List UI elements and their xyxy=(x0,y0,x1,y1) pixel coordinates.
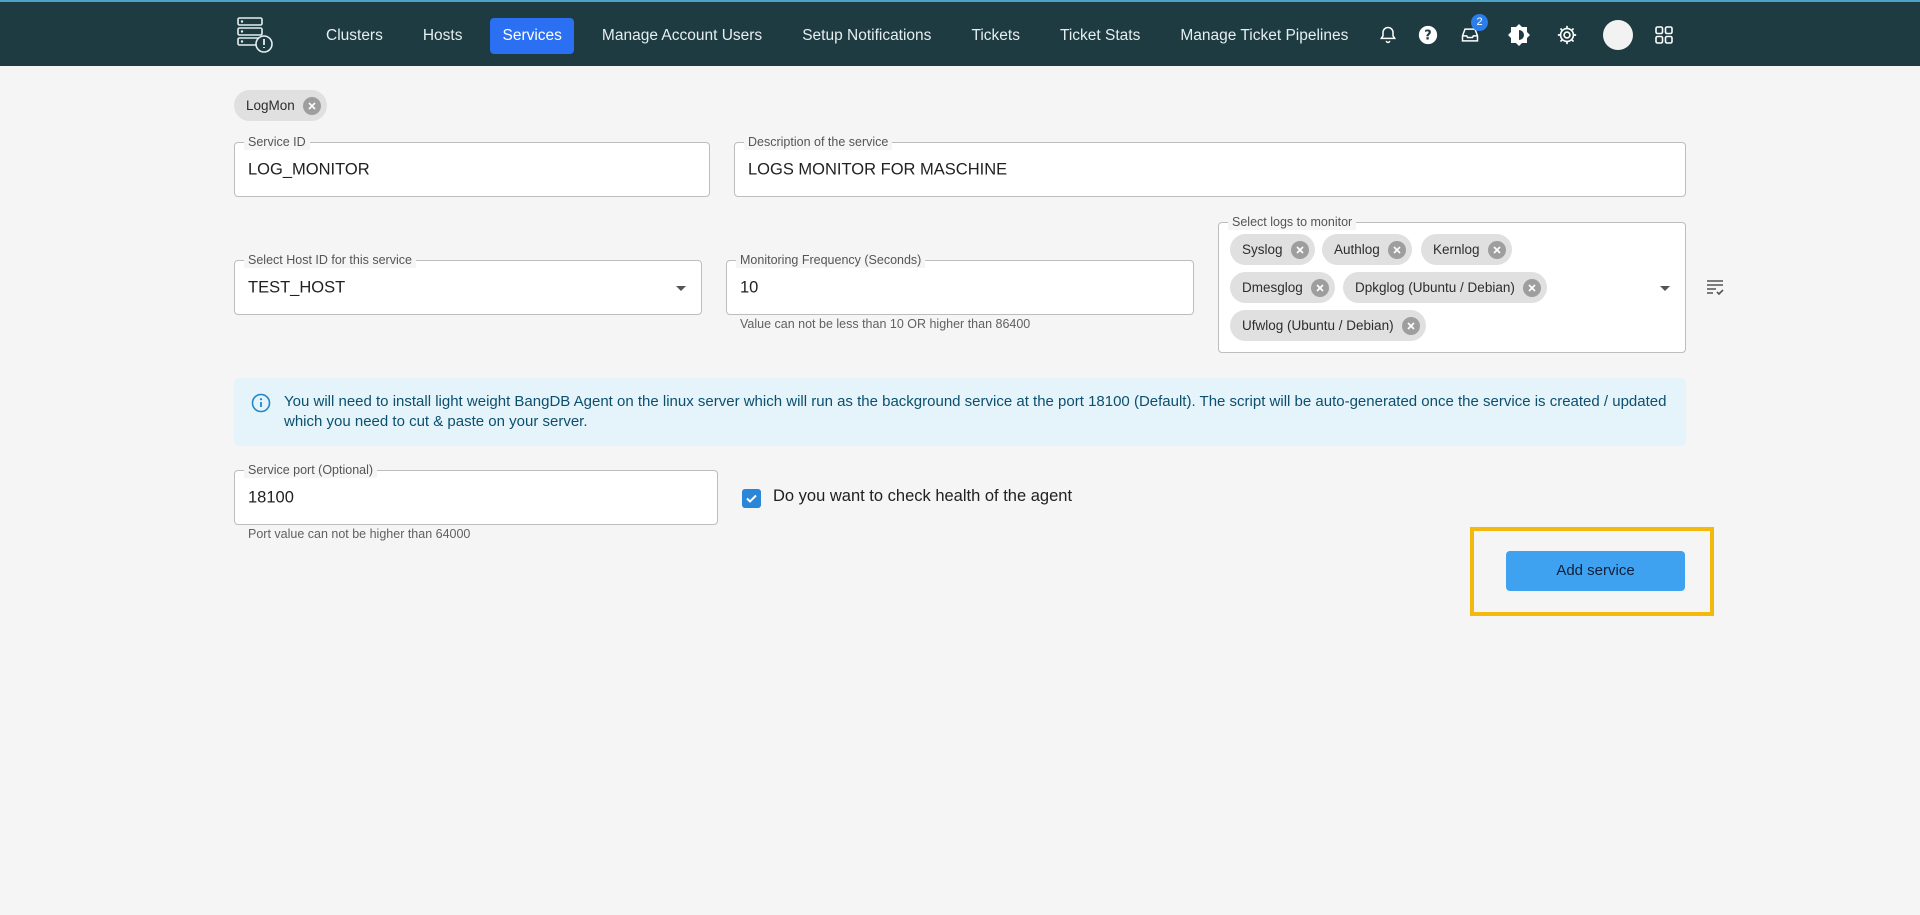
service-port-value: 18100 xyxy=(248,488,294,506)
description-label: Description of the service xyxy=(744,134,893,150)
frequency-label: Monitoring Frequency (Seconds) xyxy=(736,252,926,268)
add-service-button[interactable]: Add service xyxy=(1506,551,1685,591)
nav-manage-ticket-pipelines[interactable]: Manage Ticket Pipelines xyxy=(1168,18,1360,54)
service-id-value: LOG_MONITOR xyxy=(248,160,370,178)
logs-label: Select logs to monitor xyxy=(1228,214,1357,230)
description-value: LOGS MONITOR FOR MASCHINE xyxy=(748,160,1008,178)
remove-chip-icon[interactable] xyxy=(302,96,321,115)
nav-ticket-stats[interactable]: Ticket Stats xyxy=(1048,18,1152,54)
service-id-field[interactable]: Service ID LOG_MONITOR xyxy=(234,134,710,197)
nav-clusters[interactable]: Clusters xyxy=(314,18,395,54)
inbox-badge: 2 xyxy=(1471,14,1488,31)
remove-chip-icon[interactable] xyxy=(1310,278,1329,297)
theme-toggle-icon[interactable] xyxy=(1504,20,1534,50)
health-check-checkbox[interactable] xyxy=(742,489,761,508)
log-chip-ufwlog: Ufwlog (Ubuntu / Debian) xyxy=(1230,310,1426,341)
port-helper-text: Port value can not be higher than 64000 xyxy=(248,527,471,541)
info-icon xyxy=(251,393,271,418)
settings-gear-icon[interactable] xyxy=(1552,20,1582,50)
user-avatar[interactable] xyxy=(1603,20,1633,50)
nav-setup-notifications[interactable]: Setup Notifications xyxy=(790,18,943,54)
chevron-down-icon[interactable] xyxy=(1660,286,1670,291)
frequency-value: 10 xyxy=(740,278,759,296)
nav-services[interactable]: Services xyxy=(490,18,574,54)
remove-chip-icon[interactable] xyxy=(1487,240,1506,259)
log-chip-label: Authlog xyxy=(1334,242,1380,257)
info-text: You will need to install light weight Ba… xyxy=(284,393,1667,430)
remove-chip-icon[interactable] xyxy=(1522,278,1541,297)
log-chip-label: Ufwlog (Ubuntu / Debian) xyxy=(1242,318,1394,333)
svg-text:?: ? xyxy=(1424,29,1431,44)
service-port-field[interactable]: Service port (Optional) 18100 xyxy=(234,462,718,525)
inbox-icon[interactable]: 2 xyxy=(1455,14,1488,50)
checklist-icon[interactable] xyxy=(1706,278,1724,296)
log-chip-label: Dpkglog (Ubuntu / Debian) xyxy=(1355,280,1515,295)
description-field[interactable]: Description of the service LOGS MONITOR … xyxy=(734,134,1686,197)
apps-grid-icon[interactable] xyxy=(1649,20,1679,50)
nav-manage-account-users[interactable]: Manage Account Users xyxy=(590,18,774,54)
host-select-label: Select Host ID for this service xyxy=(244,252,416,268)
service-port-label: Service port (Optional) xyxy=(244,462,378,478)
log-chip-label: Kernlog xyxy=(1433,242,1480,257)
remove-chip-icon[interactable] xyxy=(1387,240,1406,259)
frequency-field[interactable]: Monitoring Frequency (Seconds) 10 xyxy=(726,252,1194,315)
remove-chip-icon[interactable] xyxy=(1401,316,1420,335)
top-navbar: Clusters Hosts Services Manage Account U… xyxy=(0,0,1920,66)
info-banner: You will need to install light weight Ba… xyxy=(234,378,1686,446)
host-select-value: TEST_HOST xyxy=(248,278,346,296)
service-id-label: Service ID xyxy=(244,134,310,150)
log-chip-dmesglog: Dmesglog xyxy=(1230,272,1335,303)
nav-hosts[interactable]: Hosts xyxy=(411,18,475,54)
main-nav: Clusters Hosts Services Manage Account U… xyxy=(314,18,1376,54)
health-check-label[interactable]: Do you want to check health of the agent xyxy=(773,487,1072,506)
log-chip-authlog: Authlog xyxy=(1322,234,1412,265)
log-chip-dpkglog: Dpkglog (Ubuntu / Debian) xyxy=(1343,272,1547,303)
app-logo-icon[interactable] xyxy=(236,16,274,54)
log-chip-label: Dmesglog xyxy=(1242,280,1303,295)
help-icon[interactable]: ? xyxy=(1413,20,1443,50)
service-tag-label: LogMon xyxy=(246,98,295,113)
log-chip-label: Syslog xyxy=(1242,242,1283,257)
remove-chip-icon[interactable] xyxy=(1290,240,1309,259)
bell-icon[interactable] xyxy=(1373,20,1403,50)
log-chip-kernlog: Kernlog xyxy=(1421,234,1512,265)
host-select[interactable]: Select Host ID for this service TEST_HOS… xyxy=(234,252,702,315)
frequency-helper-text: Value can not be less than 10 OR higher … xyxy=(740,317,1031,331)
nav-tickets[interactable]: Tickets xyxy=(959,18,1032,54)
chevron-down-icon[interactable] xyxy=(676,286,686,291)
log-chip-syslog: Syslog xyxy=(1230,234,1315,265)
service-tag-chip: LogMon xyxy=(234,90,327,121)
